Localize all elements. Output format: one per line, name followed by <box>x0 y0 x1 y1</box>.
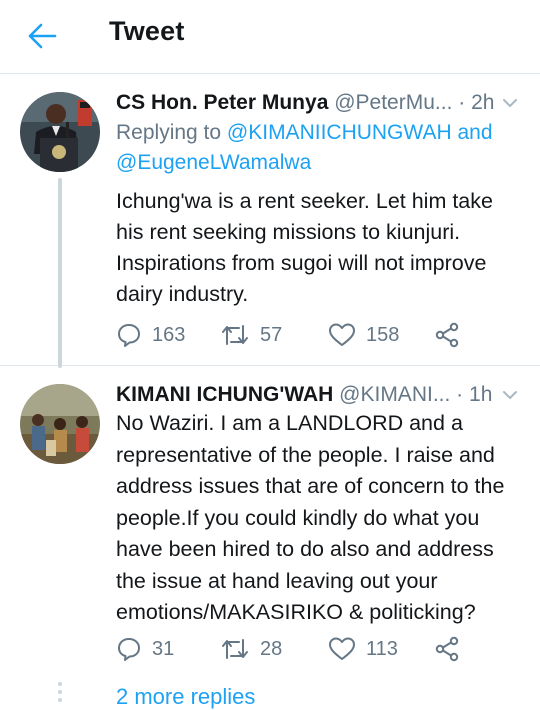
share-button[interactable] <box>434 634 460 664</box>
tweet-text: Ichung'wa is a rent seeker. Let him take… <box>116 189 493 306</box>
mention-link[interactable]: @EugeneLWamalwa <box>116 151 311 174</box>
thread-line <box>58 178 62 368</box>
reply-icon <box>118 324 140 347</box>
tweet[interactable]: KIMANI ICHUNG'WAH @KIMANI... · 1h No Waz… <box>0 366 540 710</box>
retweet-button[interactable]: 57 <box>220 320 282 350</box>
separator-dot: · <box>456 383 464 406</box>
chevron-down-icon[interactable] <box>500 386 520 404</box>
tweet-content: CS Hon. Peter Munya @PeterMu... · 2h Rep… <box>116 90 526 310</box>
tweet-header: CS Hon. Peter Munya @PeterMu... · 2h <box>116 90 526 116</box>
reply-count: 31 <box>152 637 175 660</box>
thread-dots <box>57 682 63 704</box>
replying-to-label: Replying to <box>116 121 222 144</box>
retweet-button[interactable]: 28 <box>220 634 282 664</box>
top-bar: Tweet <box>0 0 540 74</box>
retweet-icon <box>222 325 248 345</box>
page-title: Tweet <box>109 16 185 46</box>
like-button[interactable]: 113 <box>328 634 398 664</box>
author-name[interactable]: CS Hon. Peter Munya <box>116 91 328 114</box>
retweet-count: 28 <box>260 637 283 660</box>
author-handle[interactable]: @PeterMu... <box>334 91 452 114</box>
reply-count: 163 <box>152 323 186 346</box>
timestamp[interactable]: 1h <box>469 383 492 406</box>
like-count: 158 <box>366 323 400 346</box>
reply-icon <box>118 638 140 661</box>
avatar[interactable] <box>20 92 100 172</box>
timestamp[interactable]: 2h <box>471 91 494 114</box>
like-button[interactable]: 158 <box>328 320 399 350</box>
tweet-actions: 163 57 158 <box>116 320 476 350</box>
back-button[interactable] <box>22 18 62 54</box>
tweet-content: KIMANI ICHUNG'WAH @KIMANI... · 1h No Waz… <box>116 382 526 629</box>
author-handle[interactable]: @KIMANI... <box>339 383 450 406</box>
replying-to: Replying to @KIMANIICHUNGWAH and @Eugene… <box>116 118 526 178</box>
separator-dot: · <box>458 91 466 114</box>
share-icon <box>435 636 459 662</box>
avatar[interactable] <box>20 384 100 464</box>
arrow-left-icon <box>28 23 57 49</box>
mention-link[interactable]: @KIMANIICHUNGWAH <box>227 121 452 144</box>
mention-joiner[interactable]: and <box>457 121 492 144</box>
more-replies-link[interactable]: 2 more replies <box>116 684 255 710</box>
share-icon <box>435 322 459 348</box>
tweet-actions: 31 28 113 <box>116 634 476 664</box>
reply-button[interactable]: 31 <box>116 634 174 664</box>
tweet-header: KIMANI ICHUNG'WAH @KIMANI... · 1h <box>116 382 526 408</box>
retweet-icon <box>222 639 248 659</box>
author-name[interactable]: KIMANI ICHUNG'WAH <box>116 383 333 406</box>
heart-icon <box>329 637 355 660</box>
chevron-down-icon[interactable] <box>500 94 520 112</box>
reply-button[interactable]: 163 <box>116 320 185 350</box>
tweet-text: No Waziri. I am a LANDLORD and a represe… <box>116 411 505 624</box>
retweet-count: 57 <box>260 323 283 346</box>
heart-icon <box>329 323 355 346</box>
tweet[interactable]: CS Hon. Peter Munya @PeterMu... · 2h Rep… <box>0 80 540 368</box>
share-button[interactable] <box>434 320 460 350</box>
like-count: 113 <box>366 637 398 660</box>
